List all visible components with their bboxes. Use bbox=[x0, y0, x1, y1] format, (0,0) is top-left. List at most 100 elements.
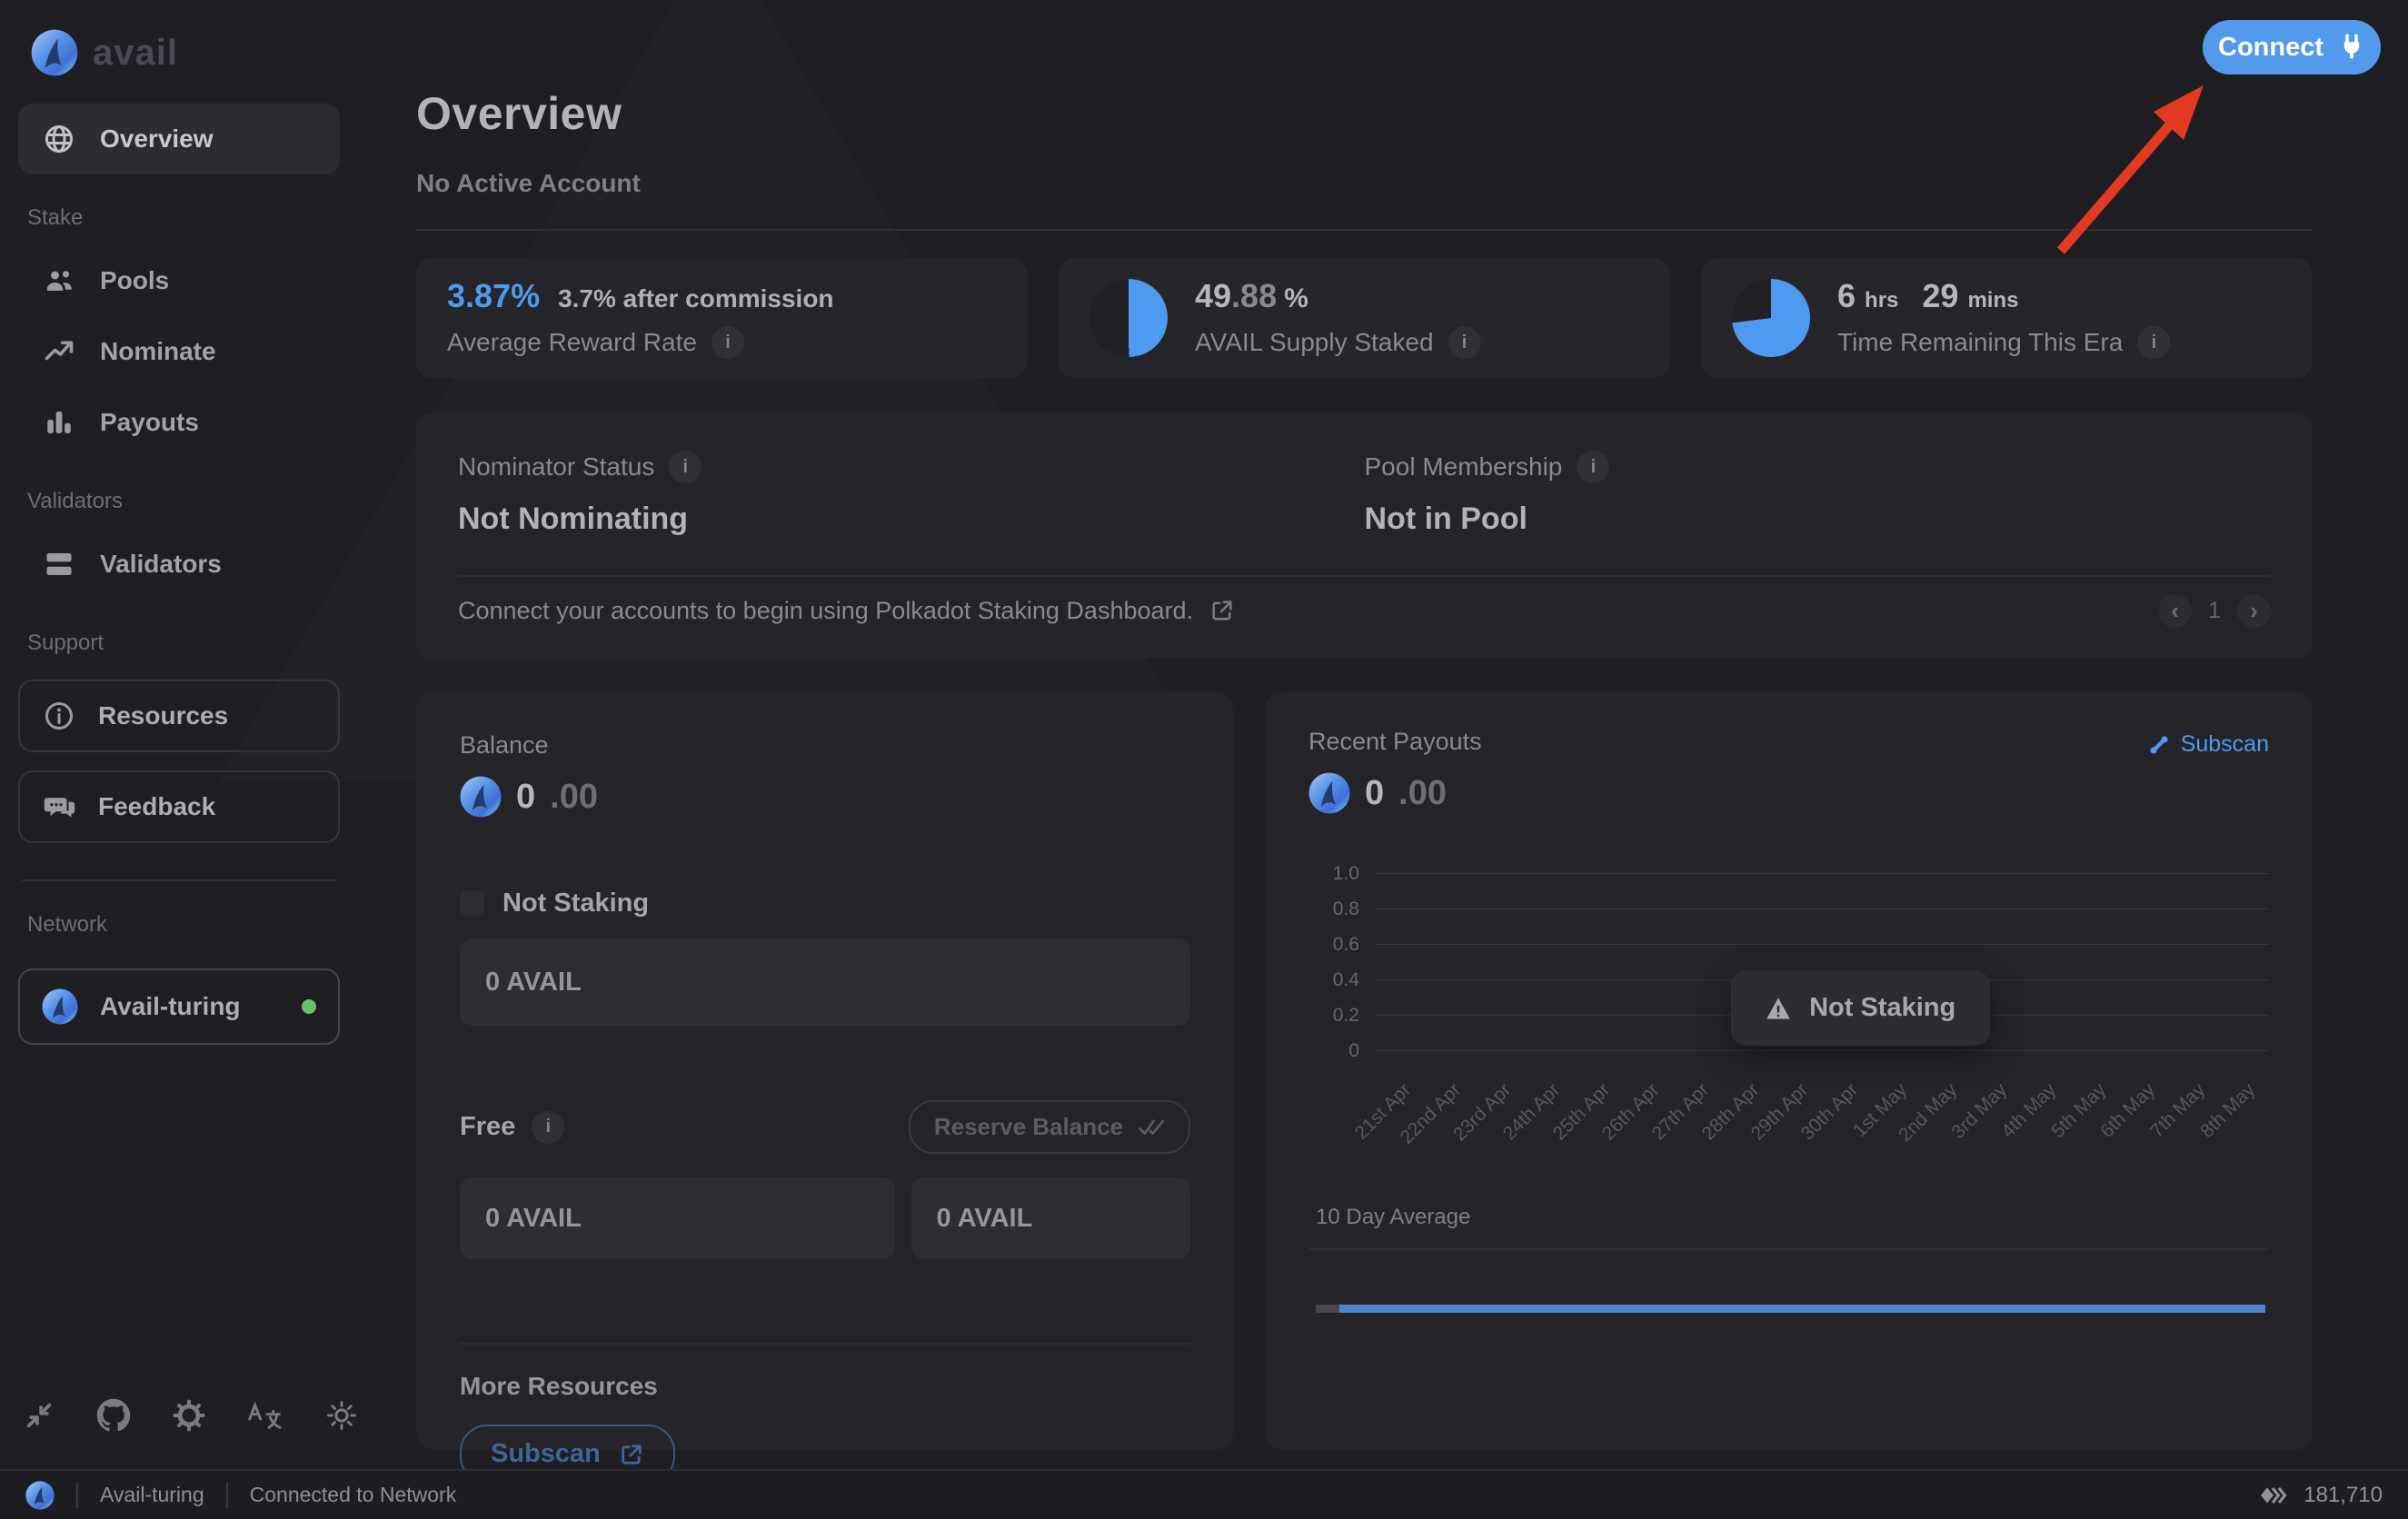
app-logo[interactable]: avail bbox=[18, 24, 340, 104]
sidebar-item-payouts[interactable]: Payouts bbox=[18, 387, 340, 458]
payouts-chart-xlabels: 21st Apr22nd Apr23rd Apr24th Apr25th Apr… bbox=[1376, 1068, 2269, 1190]
info-icon[interactable]: i bbox=[1577, 451, 1609, 483]
page-title: Overview bbox=[416, 87, 2313, 140]
sidebar-item-nominate[interactable]: Nominate bbox=[18, 316, 340, 387]
free-balance-label: Free bbox=[460, 1112, 515, 1142]
avail-token-icon bbox=[1308, 772, 1350, 814]
sidebar-item-label: Nominate bbox=[100, 337, 216, 366]
connect-accounts-text: Connect your accounts to begin using Pol… bbox=[458, 597, 1193, 625]
supply-staked-int: 49 bbox=[1195, 277, 1231, 315]
bar-chart-icon bbox=[42, 406, 76, 439]
info-circle-icon bbox=[42, 700, 76, 732]
server-icon bbox=[42, 548, 76, 581]
reserve-balance-toggle[interactable]: Reserve Balance bbox=[909, 1100, 1190, 1154]
era-hours-value: 6 bbox=[1837, 277, 1856, 315]
chart-gridline-row: 1.0 bbox=[1308, 856, 2269, 891]
gridline bbox=[1376, 1050, 2269, 1051]
subscan-link-label: Subscan bbox=[2181, 731, 2269, 758]
connection-status: Connected to Network bbox=[250, 1483, 457, 1507]
reserve-amount-field: 0 AVAIL bbox=[911, 1177, 1191, 1259]
nominator-status-block: Nominator Status i Not Nominating bbox=[458, 451, 1365, 537]
warning-icon bbox=[1766, 997, 1791, 1020]
subscan-link[interactable]: Subscan bbox=[2148, 731, 2269, 758]
stats-row: 3.87% 3.7% after commission Average Rewa… bbox=[416, 258, 2313, 378]
not-staking-label: Not Staking bbox=[502, 889, 649, 918]
average-line-stub bbox=[1316, 1305, 1339, 1313]
supply-staked-unit: % bbox=[1284, 283, 1308, 314]
era-hours-unit: hrs bbox=[1865, 288, 1898, 313]
staking-status-card: Nominator Status i Not Nominating Pool M… bbox=[416, 412, 2313, 659]
not-staking-checkbox[interactable] bbox=[460, 891, 484, 916]
balance-card: Balance 0 .00 Not Staking 0 AVAIL Free i bbox=[416, 691, 1234, 1450]
compress-icon[interactable] bbox=[24, 1400, 55, 1431]
sun-icon[interactable] bbox=[325, 1399, 358, 1432]
sidebar-section-network: Network bbox=[18, 881, 340, 952]
sidebar-item-label: Resources bbox=[98, 701, 228, 730]
info-icon[interactable]: i bbox=[711, 326, 744, 359]
app-window: avail Overview Stake Pools Nominate bbox=[0, 0, 2408, 1519]
info-icon[interactable]: i bbox=[1448, 326, 1481, 359]
chevron-left-icon[interactable]: ‹ bbox=[2158, 594, 2192, 628]
era-time-pie-chart bbox=[1732, 279, 1810, 357]
x-tick-label: 8th May bbox=[2196, 1079, 2260, 1143]
network-selector[interactable]: Avail-turing bbox=[18, 968, 340, 1045]
connect-accounts-prompt[interactable]: Connect your accounts to begin using Pol… bbox=[458, 597, 1235, 625]
balance-amount-int: 0 bbox=[516, 778, 535, 817]
network-name: Avail-turing bbox=[100, 992, 241, 1021]
ten-day-average-label: 10 Day Average bbox=[1316, 1205, 2269, 1230]
sidebar-item-validators[interactable]: Validators bbox=[18, 529, 340, 600]
payouts-amount-frac: .00 bbox=[1398, 774, 1447, 813]
users-icon bbox=[42, 264, 76, 297]
main-content: Connect Overview No Active Account 3.87%… bbox=[356, 0, 2408, 1519]
github-icon[interactable] bbox=[96, 1398, 131, 1433]
globe-icon bbox=[42, 123, 76, 155]
connect-button[interactable]: Connect bbox=[2203, 20, 2381, 74]
pool-membership-block: Pool Membership i Not in Pool bbox=[1365, 451, 2272, 537]
sidebar-item-feedback[interactable]: Feedback bbox=[18, 770, 340, 843]
sidebar-item-resources[interactable]: Resources bbox=[18, 680, 340, 752]
statusbar-divider bbox=[76, 1483, 78, 1508]
balance-card-title: Balance bbox=[460, 731, 1190, 760]
chevron-right-icon[interactable]: › bbox=[2237, 594, 2271, 628]
ten-day-average-line-chart bbox=[1316, 1305, 2265, 1313]
free-amount-field: 0 AVAIL bbox=[460, 1177, 895, 1259]
x-tick-label: 5th May bbox=[2047, 1079, 2111, 1143]
sidebar-section-validators: Validators bbox=[18, 458, 340, 529]
gridline bbox=[1376, 873, 2269, 874]
y-tick-label: 1.0 bbox=[1308, 863, 1376, 885]
payouts-card-title: Recent Payouts bbox=[1308, 728, 2269, 756]
sidebar-item-pools[interactable]: Pools bbox=[18, 245, 340, 316]
y-tick-label: 0.8 bbox=[1308, 898, 1376, 920]
supply-staked-label: AVAIL Supply Staked bbox=[1195, 328, 1434, 357]
y-tick-label: 0.6 bbox=[1308, 934, 1376, 956]
sidebar-item-label: Feedback bbox=[98, 792, 215, 821]
sidebar-section-support: Support bbox=[18, 600, 340, 670]
not-staking-overlay-label: Not Staking bbox=[1809, 993, 1955, 1023]
gridline bbox=[1376, 944, 2269, 945]
balance-amount-frac: .00 bbox=[550, 778, 598, 817]
info-icon[interactable]: i bbox=[669, 451, 702, 483]
payouts-card-divider bbox=[1308, 1248, 2269, 1250]
staked-amount-field: 0 AVAIL bbox=[460, 938, 1190, 1026]
nominator-status-value: Not Nominating bbox=[458, 501, 1365, 537]
external-link-icon bbox=[1209, 598, 1235, 623]
gear-icon[interactable] bbox=[173, 1399, 205, 1432]
supply-staked-pie-chart bbox=[1090, 279, 1168, 357]
sidebar-utility-bar bbox=[18, 1398, 340, 1469]
pool-membership-value: Not in Pool bbox=[1365, 501, 2272, 537]
app-logo-text: avail bbox=[93, 33, 178, 74]
info-icon[interactable]: i bbox=[532, 1111, 564, 1144]
recent-payouts-card: Subscan Recent Payouts 0.00 1.00.80.60.4… bbox=[1265, 691, 2313, 1450]
external-link-icon bbox=[619, 1442, 644, 1467]
y-tick-label: 0 bbox=[1308, 1040, 1376, 1062]
sidebar-item-label: Validators bbox=[100, 550, 222, 579]
gridline bbox=[1376, 908, 2269, 909]
sidebar-item-overview[interactable]: Overview bbox=[18, 104, 340, 174]
reward-rate-label: Average Reward Rate bbox=[447, 328, 697, 357]
sidebar-item-label: Pools bbox=[100, 266, 169, 295]
language-icon[interactable] bbox=[247, 1400, 284, 1431]
x-tick-label: 4th May bbox=[1997, 1079, 2061, 1143]
comments-icon bbox=[42, 790, 76, 823]
page-number: 1 bbox=[2208, 598, 2221, 624]
info-icon[interactable]: i bbox=[2137, 326, 2170, 359]
